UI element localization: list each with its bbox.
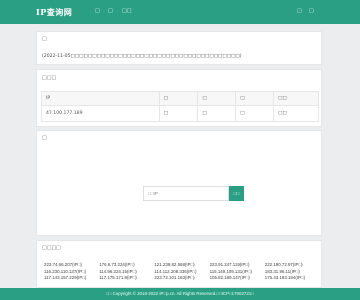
ip-info-table: IP □ □ □ □□ 47.100.177.189 □ □ □ □□ xyxy=(41,91,319,122)
ip-link[interactable]: 105.82.189.147(IP□) xyxy=(210,275,265,280)
nav-right-item-2[interactable]: □ xyxy=(309,8,314,14)
info-card-text: (2022-11-05□□□□□□□□□□□□□□□□□□□□□□□□□□□□□… xyxy=(42,54,242,59)
ip-link[interactable]: 117.143.157.229(IP□) xyxy=(44,275,99,280)
ip-link[interactable]: 176.6.73.224(IP□) xyxy=(99,262,154,267)
header-col-4: □ xyxy=(235,91,275,106)
ip-link[interactable]: 223.72.101.163(IP□) xyxy=(154,275,209,280)
cell-col-4: □ xyxy=(235,105,275,122)
ip-link[interactable]: 114.96.224.15(IP□) xyxy=(99,269,154,274)
ip-link[interactable]: 115.149.109.131(IP□) xyxy=(210,269,265,274)
cell-col-3: □ xyxy=(197,105,237,122)
nav-item-2[interactable]: □ xyxy=(108,8,113,14)
ip-link[interactable]: 223.91.247.119(IP□) xyxy=(210,262,265,267)
search-card-title: □ xyxy=(42,135,47,141)
top-header: IP查询网 □ □ □□ □ □ xyxy=(0,0,360,24)
ip-info-title: □□□ xyxy=(42,75,57,81)
search-button[interactable]: □□ xyxy=(229,186,244,201)
header-ip: IP xyxy=(41,91,160,106)
site-logo[interactable]: IP查询网 xyxy=(36,7,72,18)
cell-col-2: □ xyxy=(158,105,199,122)
header-col-2: □ xyxy=(158,91,199,106)
nav-item-1[interactable]: □ xyxy=(95,8,100,14)
table-header-row: IP □ □ □ □□ xyxy=(41,91,319,106)
recent-ips-card: □□□□ 223.74.66.207(IP□) 176.6.73.224(IP□… xyxy=(36,240,322,288)
cell-ip: 47.100.177.189 xyxy=(41,105,160,122)
ip-link[interactable]: 222.190.72.97(IP□) xyxy=(265,262,320,267)
ip-search-input[interactable] xyxy=(143,186,229,201)
nav-right-item-1[interactable]: □ xyxy=(297,8,302,14)
header-col-3: □ xyxy=(197,91,237,106)
info-card-title: □ xyxy=(42,36,47,42)
info-card: □ (2022-11-05□□□□□□□□□□□□□□□□□□□□□□□□□□□… xyxy=(36,31,322,65)
search-card: □ □□ xyxy=(36,130,322,236)
nav-item-3[interactable]: □□ xyxy=(122,8,131,14)
recent-ips-title: □□□□ xyxy=(42,245,61,251)
ip-link[interactable]: 223.74.66.207(IP□) xyxy=(44,262,99,267)
header-col-5: □□ xyxy=(273,91,319,106)
ip-link[interactable]: 116.230.110.137(IP□) xyxy=(44,269,99,274)
ip-link[interactable]: 183.31.96.11(IP□) xyxy=(265,269,320,274)
ip-link[interactable]: 114.112.208.336(IP□) xyxy=(154,269,209,274)
ip-link[interactable]: 121.239.82.568(IP□) xyxy=(154,262,209,267)
recent-ip-grid: 223.74.66.207(IP□) 176.6.73.224(IP□) 121… xyxy=(44,262,320,280)
ip-link[interactable]: 117.175.171.8(IP□) xyxy=(99,275,154,280)
table-row: 47.100.177.189 □ □ □ □□ xyxy=(41,105,319,122)
site-footer: □□ Copyright © 2018-2022 IP□p.cn. All Ri… xyxy=(0,288,360,300)
ip-link[interactable]: 175.43.183.184(IP□) xyxy=(265,275,320,280)
ip-info-card: □□□ IP □ □ □ □□ 47.100.177.189 □ □ □ □□ xyxy=(36,69,322,127)
cell-col-5: □□ xyxy=(273,105,319,122)
